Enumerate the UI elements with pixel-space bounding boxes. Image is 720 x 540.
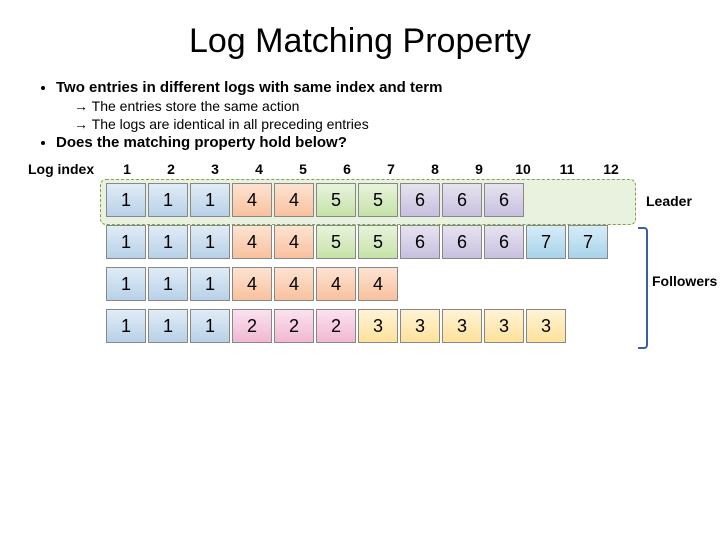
- bullet-1-sub-1-text: The entries store the same action: [92, 98, 300, 114]
- index-col: 9: [458, 161, 500, 177]
- log-entry: 4: [274, 225, 314, 259]
- log-entry: 7: [568, 225, 608, 259]
- log-entry: 1: [148, 183, 188, 217]
- log-entry: 3: [400, 309, 440, 343]
- index-col: 5: [282, 161, 324, 177]
- index-col: 1: [106, 161, 148, 177]
- log-entry: 5: [358, 225, 398, 259]
- index-col: 12: [590, 161, 632, 177]
- index-col: 7: [370, 161, 412, 177]
- logs-area: 1114455666111445566677111444411122233333…: [106, 183, 692, 343]
- bullet-1-sub-1: → The entries store the same action: [74, 98, 692, 114]
- log-entry: 4: [232, 267, 272, 301]
- log-entry: 3: [442, 309, 482, 343]
- log-entry: 2: [274, 309, 314, 343]
- log-entry: 1: [106, 183, 146, 217]
- log-entry: 1: [190, 267, 230, 301]
- log-entry: 7: [526, 225, 566, 259]
- follower-log-row: 111445566677: [106, 225, 692, 259]
- log-entry: 4: [358, 267, 398, 301]
- log-entry: 1: [106, 309, 146, 343]
- bullet-1-text: Two entries in different logs with same …: [56, 79, 442, 96]
- bullet-2: Does the matching property hold below?: [56, 134, 692, 151]
- bullet-1: Two entries in different logs with same …: [56, 79, 692, 132]
- log-entry: 1: [148, 309, 188, 343]
- log-entry: 5: [316, 183, 356, 217]
- log-entry: 5: [316, 225, 356, 259]
- log-entry: 1: [148, 225, 188, 259]
- log-entry: 2: [316, 309, 356, 343]
- log-entry: 3: [526, 309, 566, 343]
- index-col: 8: [414, 161, 456, 177]
- slide-title: Log Matching Property: [28, 22, 692, 61]
- log-entry: 2: [232, 309, 272, 343]
- index-col: 10: [502, 161, 544, 177]
- follower-log-row: 1114444: [106, 267, 692, 301]
- log-entry: 4: [232, 225, 272, 259]
- log-entry: 1: [106, 225, 146, 259]
- bullet-2-text: Does the matching property hold below?: [56, 134, 347, 151]
- bullet-list: Two entries in different logs with same …: [28, 79, 692, 151]
- followers-bracket: [638, 227, 648, 349]
- bullet-1-sub-2-text: The logs are identical in all preceding …: [92, 116, 369, 132]
- log-entry: 6: [442, 183, 482, 217]
- followers-label: Followers: [652, 273, 717, 289]
- log-entry: 6: [400, 183, 440, 217]
- log-entry: 6: [400, 225, 440, 259]
- log-entry: 3: [358, 309, 398, 343]
- log-entry: 4: [274, 267, 314, 301]
- log-entry: 6: [442, 225, 482, 259]
- log-entry: 1: [190, 183, 230, 217]
- index-col: 11: [546, 161, 588, 177]
- log-entry: 3: [484, 309, 524, 343]
- leader-label: Leader: [646, 193, 692, 209]
- log-entry: 1: [190, 225, 230, 259]
- index-row: Log index 123456789101112: [28, 161, 692, 177]
- leader-log-row: 1114455666: [106, 183, 692, 217]
- index-col: 4: [238, 161, 280, 177]
- log-entry: 1: [148, 267, 188, 301]
- bullet-1-sub-2: → The logs are identical in all precedin…: [74, 116, 692, 132]
- index-col: 2: [150, 161, 192, 177]
- follower-log-row: 11122233333: [106, 309, 692, 343]
- log-entry: 4: [274, 183, 314, 217]
- log-entry: 1: [106, 267, 146, 301]
- log-entry: 4: [232, 183, 272, 217]
- log-entry: 1: [190, 309, 230, 343]
- log-entry: 4: [316, 267, 356, 301]
- index-label: Log index: [28, 161, 106, 177]
- index-col: 6: [326, 161, 368, 177]
- index-col: 3: [194, 161, 236, 177]
- log-entry: 6: [484, 225, 524, 259]
- log-entry: 6: [484, 183, 524, 217]
- log-entry: 5: [358, 183, 398, 217]
